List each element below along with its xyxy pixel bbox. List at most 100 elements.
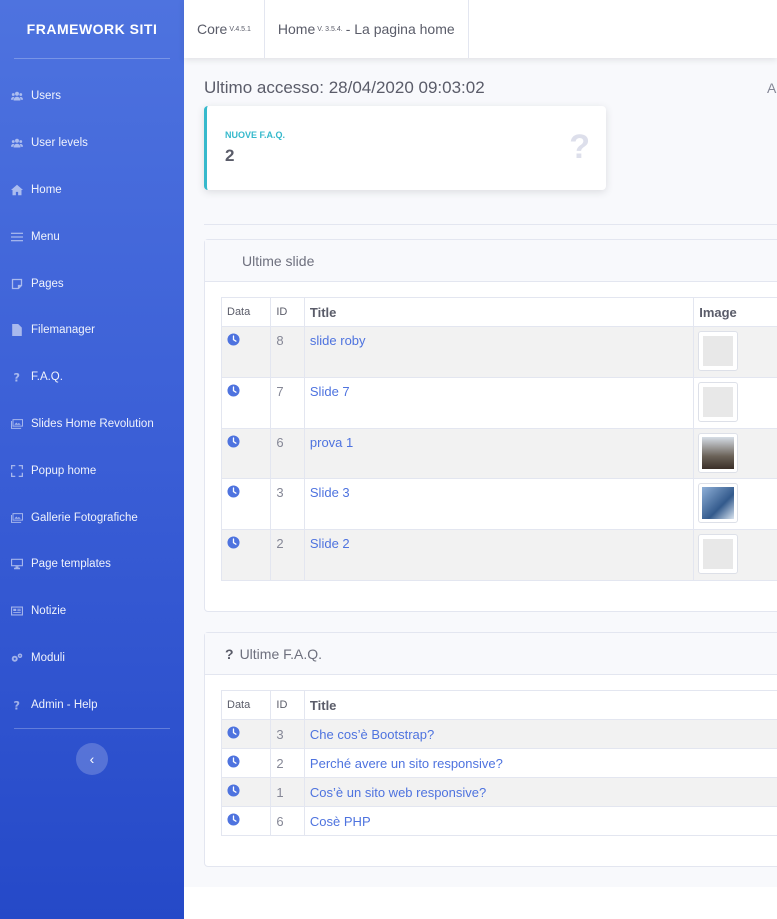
title-cell: Cosè PHP	[303, 806, 777, 836]
sidebar-item-page-templates[interactable]: Page templates	[0, 541, 184, 588]
slide-thumbnail[interactable]	[698, 534, 739, 575]
table-row: 1 Cos’è un sito web responsive?	[220, 777, 777, 807]
slide-thumbnail[interactable]	[698, 331, 739, 371]
column-header-id: ID	[270, 297, 305, 327]
sidebar-item-gallerie-fotografiche[interactable]: Gallerie Fotografiche	[0, 494, 184, 541]
images-icon	[11, 512, 31, 524]
sidebar-item-label: Notizie	[31, 605, 67, 618]
sidebar-item-pages[interactable]: Pages	[0, 260, 184, 307]
expand-icon	[11, 464, 31, 477]
faq-title-link[interactable]: Cosè PHP	[310, 814, 371, 829]
users-icon	[11, 90, 31, 102]
home-description: - La pagina home	[345, 21, 455, 37]
new-faq-card[interactable]: NUOVE F.A.Q. 2 ?	[204, 106, 606, 190]
question-icon: ?	[11, 699, 31, 711]
sidebar-item-notizie[interactable]: Notizie	[0, 588, 184, 635]
main-content: Ultimo accesso: 28/04/2020 09:03:02 A NU…	[184, 58, 777, 887]
sidebar-item-f-a-q[interactable]: ? F.A.Q.	[0, 354, 184, 401]
sidebar-item-slides-home-revolution[interactable]: Slides Home Revolution	[0, 401, 184, 448]
column-header-id: ID	[270, 690, 305, 720]
title-cell: Che cos’è Bootstrap?	[303, 719, 777, 749]
sidebar-item-label: Menu	[31, 230, 60, 243]
image-cell	[693, 529, 777, 581]
title-cell: Slide 2	[303, 529, 695, 581]
clock-icon[interactable]	[227, 384, 240, 400]
table-row: 8 slide roby	[220, 326, 777, 378]
sidebar-item-home[interactable]: Home	[0, 167, 184, 214]
slide-thumbnail[interactable]	[698, 432, 739, 473]
column-header-image: Image	[693, 297, 777, 327]
svg-text:?: ?	[14, 371, 20, 383]
clock-icon[interactable]	[227, 813, 240, 829]
faq-panel: ? Ultime F.A.Q. Data ID Title 3 Che cos’è…	[204, 632, 777, 867]
sidebar-item-label: Filemanager	[31, 324, 95, 337]
sidebar-item-user-levels[interactable]: User levels	[0, 120, 184, 167]
clock-icon[interactable]	[227, 435, 240, 451]
slide-title-link[interactable]: Slide 7	[310, 384, 350, 399]
slides-panel: Ultime slide Data ID Title Image 8 slide …	[204, 239, 777, 612]
faq-title-link[interactable]: Che cos’è Bootstrap?	[310, 727, 434, 742]
date-cell	[220, 326, 272, 378]
column-header-title: Title	[303, 690, 777, 720]
date-cell	[220, 777, 272, 807]
sidebar-item-menu[interactable]: Menu	[0, 213, 184, 260]
faq-table: Data ID Title 3 Che cos’è Bootstrap? 2 Perc…	[220, 690, 777, 836]
slide-title-link[interactable]: Slide 2	[310, 536, 350, 551]
file-icon	[11, 324, 31, 337]
slide-title-link[interactable]: Slide 3	[310, 485, 350, 500]
sidebar-item-filemanager[interactable]: Filemanager	[0, 307, 184, 354]
clock-icon[interactable]	[227, 485, 240, 501]
home-version-link[interactable]: Home V. 3.5.4. - La pagina home	[265, 0, 469, 58]
id-cell: 8	[270, 326, 305, 378]
date-cell	[220, 748, 272, 778]
column-header-title: Title	[303, 297, 695, 327]
slide-thumbnail[interactable]	[698, 483, 739, 524]
date-cell	[220, 376, 272, 429]
faq-title-link[interactable]: Cos’è un sito web responsive?	[310, 785, 486, 800]
clock-icon[interactable]	[227, 784, 240, 800]
bars-icon	[11, 231, 31, 243]
brand-title[interactable]: FRAMEWORK SITI	[0, 0, 184, 58]
slides-panel-header: Ultime slide	[205, 240, 777, 282]
images-icon	[11, 418, 31, 430]
desktop-icon	[11, 558, 31, 570]
clock-icon[interactable]	[227, 726, 240, 742]
slide-thumbnail[interactable]	[698, 381, 739, 422]
sidebar-item-label: Page templates	[31, 558, 111, 571]
home-version: V. 3.5.4.	[317, 25, 343, 33]
table-row: 3 Che cos’è Bootstrap?	[220, 719, 777, 749]
slide-title-link[interactable]: prova 1	[310, 435, 353, 450]
last-access-text: Ultimo accesso: 28/04/2020 09:03:02	[204, 78, 485, 97]
core-version-link[interactable]: Core V.4.5.1	[184, 0, 265, 58]
sidebar-item-popup-home[interactable]: Popup home	[0, 447, 184, 494]
title-cell: Slide 7	[303, 376, 695, 429]
clock-icon[interactable]	[227, 536, 240, 552]
sidebar-item-moduli[interactable]: Moduli	[0, 635, 184, 682]
table-row: 3 Slide 3	[220, 478, 777, 531]
image-cell	[693, 478, 777, 531]
clock-icon[interactable]	[227, 755, 240, 771]
truncated-text: A	[767, 80, 777, 96]
sidebar-item-users[interactable]: Users	[0, 73, 184, 120]
clock-icon[interactable]	[227, 333, 240, 349]
faq-panel-header: ? Ultime F.A.Q.	[205, 633, 777, 675]
sidebar-item-label: Home	[31, 183, 62, 196]
sidebar-item-admin-help[interactable]: ? Admin - Help	[0, 681, 184, 728]
title-cell: Cos’è un sito web responsive?	[303, 777, 777, 807]
question-icon: ?	[569, 128, 590, 166]
sidebar-item-label: Gallerie Fotografiche	[31, 511, 138, 524]
footer	[184, 887, 777, 919]
sidebar-toggle-button[interactable]: ‹	[76, 743, 108, 776]
id-cell: 3	[270, 478, 305, 531]
title-cell: Perché avere un sito responsive?	[303, 748, 777, 778]
slide-title-link[interactable]: slide roby	[310, 333, 366, 348]
sidebar: FRAMEWORK SITI Users User levels Home Menu P…	[0, 0, 184, 919]
table-row: 2 Slide 2	[220, 529, 777, 581]
sidebar-item-label: Users	[31, 90, 62, 103]
table-row: 6 Cosè PHP	[220, 806, 777, 836]
date-cell	[220, 529, 272, 581]
faq-title-link[interactable]: Perché avere un sito responsive?	[310, 756, 503, 771]
chevron-left-icon: ‹	[89, 751, 95, 768]
core-label: Core	[197, 21, 228, 37]
newspaper-icon	[11, 605, 31, 617]
